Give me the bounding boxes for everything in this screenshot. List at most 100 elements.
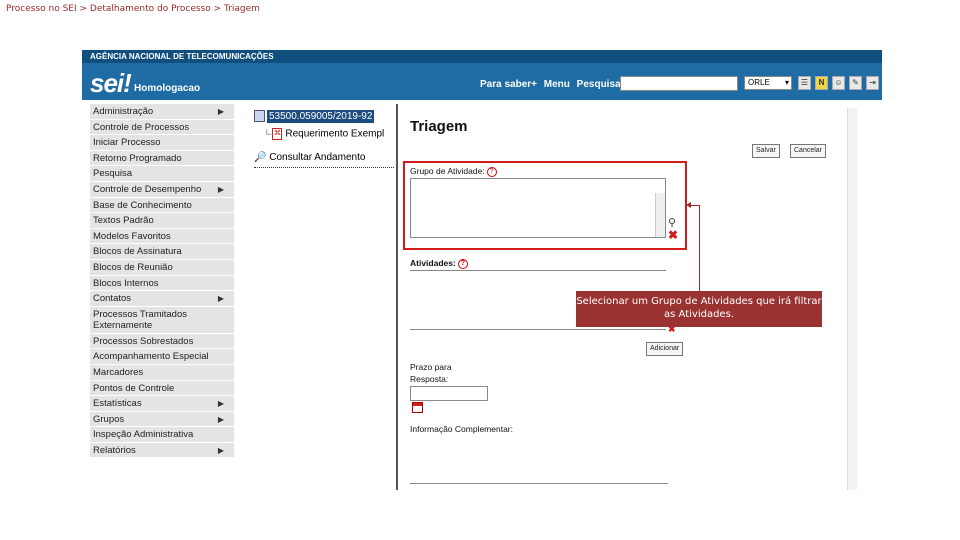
menu-item-iniciar-processo[interactable]: Iniciar Processo	[90, 135, 234, 151]
submenu-arrow-icon: ▶	[217, 294, 224, 304]
sei-logo[interactable]: sei!	[90, 68, 132, 99]
menu-item-label: Marcadores	[93, 366, 144, 378]
slide-breadcrumb: Processo no SEI > Detalhamento do Proces…	[6, 4, 260, 14]
deadline-input[interactable]	[410, 386, 488, 401]
calendar-icon[interactable]	[412, 402, 423, 413]
folder-icon	[254, 110, 265, 123]
menu-item-inspecao-administrativa[interactable]: Inspeção Administrativa	[90, 427, 234, 443]
menu-item-label: Administração	[93, 106, 154, 117]
page-title: Triagem	[410, 118, 468, 135]
menu-link[interactable]: Menu	[544, 79, 570, 90]
help-icon[interactable]: ?	[457, 258, 468, 269]
para-saber-link[interactable]: Para saber+	[480, 79, 537, 90]
menu-item-label: Acompanhamento Especial	[93, 351, 209, 363]
menu-item-retorno-programado[interactable]: Retorno Programado	[90, 150, 234, 167]
menu-item-label: Textos Padrão	[93, 215, 154, 227]
submenu-arrow-icon: ▶	[217, 399, 224, 409]
activities-label: Atividades:?	[410, 258, 468, 269]
tree-branch: └·	[264, 129, 273, 139]
agency-name: AGÊNCIA NACIONAL DE TELECOMUNICAÇÕES	[82, 50, 882, 63]
menu-item-contatos[interactable]: Contatos ▶	[90, 291, 234, 307]
notes-icon[interactable]: N	[815, 76, 828, 90]
cancel-button[interactable]: Cancelar	[790, 144, 827, 158]
menu-item-blocos-internos[interactable]: Blocos Internos	[90, 275, 234, 292]
menu-item-processos-tramitados[interactable]: Processos Tramitados Externamente	[90, 306, 234, 334]
save-button[interactable]: Salvar	[752, 144, 780, 158]
menu-item-grupos[interactable]: Grupos ▶	[90, 411, 234, 428]
sei-window: AGÊNCIA NACIONAL DE TELECOMUNICAÇÕES sei…	[82, 50, 882, 490]
activities-label-text: Atividades:	[410, 258, 456, 268]
menu-item-controle-desempenho[interactable]: Controle de Desempenho ▶	[90, 181, 234, 198]
menu-item-label: Pesquisa	[93, 168, 133, 180]
menu-item-controle-processos[interactable]: Controle de Processos	[90, 119, 234, 136]
top-bar: AGÊNCIA NACIONAL DE TELECOMUNICAÇÕES sei…	[82, 50, 882, 100]
highlight-box	[403, 161, 687, 250]
menu-item-processos-sobrestados[interactable]: Processos Sobrestados	[90, 333, 234, 350]
divider-dotted	[254, 167, 394, 168]
menu-item-marcadores[interactable]: Marcadores	[90, 364, 234, 381]
menu-item-relatorios[interactable]: Relatórios ▶	[90, 442, 234, 459]
menu-item-label: Processos Sobrestados	[93, 335, 194, 347]
menu-item-label: Processos Tramitados Externamente	[93, 308, 187, 331]
menu-item-acompanhamento-especial[interactable]: Acompanhamento Especial	[90, 349, 234, 365]
menu-item-label: Inspeção Administrativa	[93, 429, 194, 441]
exit-icon[interactable]: ⇥	[866, 76, 879, 90]
menu-item-modelos-favoritos[interactable]: Modelos Favoritos	[90, 228, 234, 245]
menu-item-label: Modelos Favoritos	[93, 230, 171, 242]
menu-item-label: Controle de Desempenho	[93, 183, 202, 195]
submenu-arrow-icon: ▶	[217, 445, 224, 455]
pdf-icon: ⌘	[272, 128, 283, 140]
tree-document-row[interactable]: └· ⌘ Requerimento Exempl	[254, 128, 394, 146]
info-label: Informação Complementar:	[410, 424, 513, 434]
process-tree: 53500.059005/2019-92 └· ⌘ Requerimento Exe…	[254, 110, 394, 170]
tree-consult-row[interactable]: 🔎 Consultar Andamento	[254, 152, 394, 170]
process-number[interactable]: 53500.059005/2019-92	[267, 110, 375, 123]
submenu-arrow-icon: ▶	[217, 107, 224, 116]
header-links: Para saber+ Menu Pesquisa	[480, 79, 625, 90]
search-input[interactable]	[620, 76, 738, 91]
menu-item-label: Retorno Programado	[93, 152, 182, 164]
menu-item-textos-padrao[interactable]: Textos Padrão	[90, 213, 234, 229]
menu-item-label: Controle de Processos	[93, 121, 190, 133]
tools-icon[interactable]: ✎	[849, 76, 862, 90]
toolbar-icons: ☰ N ☺ ✎ ⇥	[798, 76, 879, 90]
menu-item-estatisticas[interactable]: Estatísticas ▶	[90, 396, 234, 412]
menu-item-label: Estatísticas	[93, 398, 142, 410]
menu-item-pontos-controle[interactable]: Pontos de Controle	[90, 380, 234, 397]
submenu-arrow-icon: ▶	[217, 414, 224, 424]
callout-box: Selecionar um Grupo de Atividades que ir…	[576, 291, 822, 327]
page-scrollbar[interactable]	[847, 108, 857, 490]
menu-item-blocos-assinatura[interactable]: Blocos de Assinatura	[90, 244, 234, 260]
menu-item-administracao[interactable]: Administração ▶	[90, 104, 234, 120]
panel-divider	[396, 104, 398, 490]
chevron-down-icon: ▾	[784, 78, 789, 87]
submenu-arrow-icon: ▶	[217, 184, 224, 194]
document-name[interactable]: Requerimento Exempl	[285, 129, 384, 140]
menu-item-base-conhecimento[interactable]: Base de Conhecimento	[90, 197, 234, 214]
menu-item-label: Pontos de Controle	[93, 382, 175, 394]
list-icon[interactable]: ☰	[798, 76, 811, 90]
consult-link[interactable]: Consultar Andamento	[269, 152, 365, 163]
unit-select[interactable]: ORLE ▾	[744, 76, 792, 90]
deadline-label-line2: Resposta:	[410, 374, 449, 384]
tree-process-row[interactable]: 53500.059005/2019-92	[254, 110, 394, 128]
menu-item-label: Blocos Internos	[93, 277, 159, 289]
menu-item-label: Blocos de Reunião	[93, 261, 173, 273]
info-textarea[interactable]	[410, 436, 668, 484]
menu-item-label: Base de Conhecimento	[93, 199, 192, 211]
menu-item-label: Contatos	[93, 293, 132, 305]
add-button[interactable]: Adicionar	[646, 342, 684, 356]
menu-item-blocos-reuniao[interactable]: Blocos de Reunião	[90, 259, 234, 276]
menu-item-label: Iniciar Processo	[93, 137, 161, 149]
deadline-label-line1: Prazo para	[410, 362, 452, 372]
main-menu: Administração ▶ Controle de Processos Ini…	[90, 104, 234, 459]
callout-connector-v	[699, 205, 700, 291]
environment-label: Homologacao	[134, 83, 201, 94]
user-icon[interactable]: ☺	[832, 76, 845, 90]
menu-item-pesquisa[interactable]: Pesquisa	[90, 166, 234, 182]
pesquisa-link[interactable]: Pesquisa	[577, 79, 621, 90]
menu-item-label: Grupos	[93, 413, 125, 425]
magnifier-icon: 🔎	[254, 152, 267, 163]
menu-item-label: Blocos de Assinatura	[93, 246, 182, 258]
menu-item-label: Relatórios	[93, 444, 136, 456]
